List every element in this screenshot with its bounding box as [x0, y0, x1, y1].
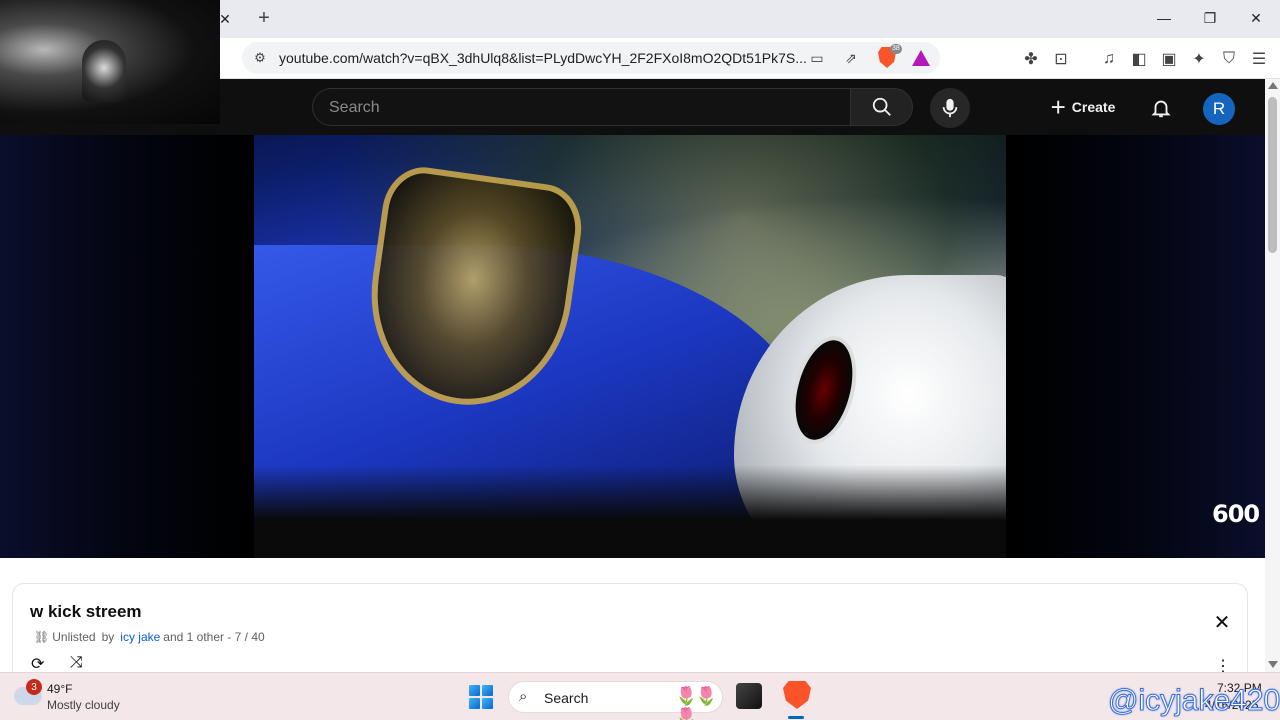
restore-button[interactable]: ❐	[1187, 6, 1233, 30]
streamer-silhouette	[82, 40, 126, 102]
site-info-icon[interactable]: ⚙	[250, 48, 270, 68]
video-shadow	[254, 465, 1006, 558]
cast-icon[interactable]: ▭	[806, 48, 828, 68]
bell-icon	[1151, 100, 1171, 118]
playlist-position: and 1 other - 7 / 40	[163, 630, 265, 644]
page-scrollbar[interactable]	[1265, 79, 1280, 673]
windows-taskbar: 3 49°F Mostly cloudy ⌕ Search 🌷🌷🌷 7:32 P…	[0, 672, 1280, 720]
task-view-icon[interactable]	[736, 683, 762, 709]
leo-ai-icon[interactable]: ✦	[1188, 48, 1210, 70]
search-placeholder: Search	[329, 99, 380, 116]
screen: ✕ + — ❐ ✕ ⚙ youtube.com/watch?v=qBX_3dhU…	[0, 0, 1280, 720]
create-button[interactable]: + Create	[1038, 88, 1128, 126]
share-icon[interactable]: ⇗	[840, 48, 862, 68]
new-tab-button[interactable]: +	[252, 6, 276, 30]
media-icon[interactable]: ♫	[1098, 48, 1120, 70]
close-playlist-icon[interactable]: ✕	[1210, 610, 1234, 634]
voice-search-button[interactable]	[930, 88, 970, 128]
link-icon: ⛓	[34, 630, 50, 644]
url-text[interactable]: youtube.com/watch?v=qBX_3dhUlq8&list=PLy…	[279, 50, 807, 66]
taskbar-search-label: Search	[544, 690, 589, 706]
playlist-title[interactable]: w kick streem	[30, 602, 142, 622]
notifications-button[interactable]	[1142, 89, 1180, 127]
account-avatar[interactable]: R	[1203, 93, 1235, 125]
sidebar-icon[interactable]: ◧	[1128, 48, 1150, 70]
tab-search-icon[interactable]: ⊡	[1050, 48, 1072, 70]
webcam-overlay	[0, 0, 220, 124]
video-player[interactable]: 600	[0, 135, 1265, 558]
channel-watermark[interactable]: 600	[1212, 500, 1260, 536]
search-icon	[872, 97, 891, 116]
unlisted-badge: ⛓ Unlisted	[34, 630, 96, 644]
minimize-button[interactable]: —	[1141, 6, 1187, 30]
playlist-meta: ⛓ Unlisted by icy jake and 1 other - 7 /…	[34, 630, 265, 644]
scroll-thumb[interactable]	[1268, 97, 1277, 253]
address-bar[interactable]: ⚙ youtube.com/watch?v=qBX_3dhUlq8&list=P…	[242, 42, 940, 74]
plus-icon: +	[1050, 92, 1066, 122]
scroll-up-icon[interactable]	[1268, 82, 1278, 89]
weather-temperature[interactable]: 49°F	[47, 682, 72, 696]
stream-handle-overlay: @icyjake420	[1107, 684, 1280, 718]
unlisted-label: Unlisted	[52, 630, 96, 644]
vpn-icon[interactable]: ⛉	[1218, 48, 1240, 70]
search-icon: ⌕	[519, 688, 528, 705]
video-frame[interactable]	[254, 135, 1006, 558]
by-label: by	[101, 630, 115, 644]
active-app-indicator	[788, 716, 804, 719]
brave-browser-icon[interactable]	[783, 681, 811, 709]
youtube-search-input[interactable]: Search	[312, 88, 850, 126]
taskbar-search[interactable]: ⌕ Search 🌷🌷🌷	[508, 681, 723, 720]
scroll-down-icon[interactable]	[1268, 661, 1278, 668]
windows-start-icon[interactable]	[469, 685, 493, 709]
microphone-icon	[942, 98, 958, 118]
menu-icon[interactable]: ☰	[1248, 48, 1270, 70]
extensions-icon[interactable]: ✤	[1020, 48, 1042, 70]
playlist-author-link[interactable]: icy jake	[120, 630, 160, 644]
search-button[interactable]	[850, 88, 913, 126]
brave-rewards-icon[interactable]	[912, 50, 930, 66]
close-window-button[interactable]: ✕	[1233, 6, 1279, 30]
weather-condition[interactable]: Mostly cloudy	[47, 698, 120, 712]
shield-count-badge: 38	[890, 44, 902, 54]
wallet-icon[interactable]: ▣	[1158, 48, 1180, 70]
create-label: Create	[1071, 99, 1116, 115]
weather-alert-badge: 3	[26, 679, 42, 695]
tulips-icon: 🌷🌷🌷	[675, 686, 718, 720]
